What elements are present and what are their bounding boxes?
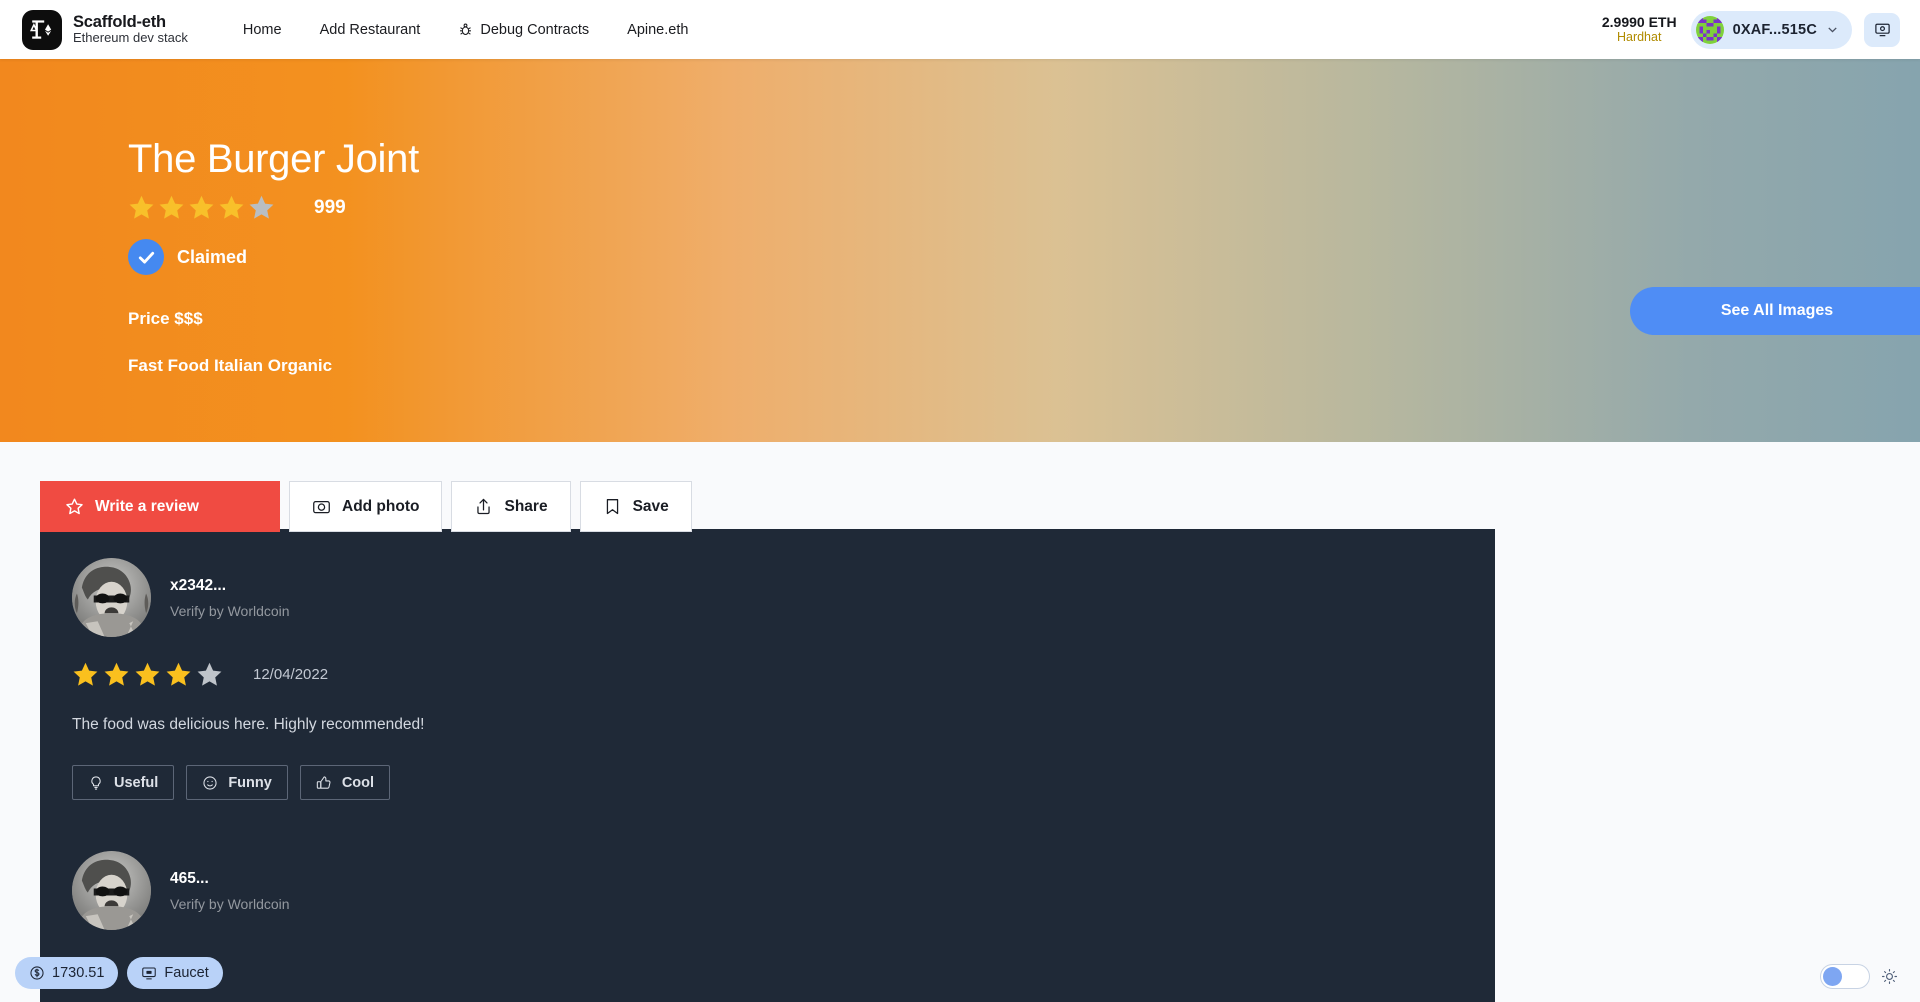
nav-item-add-restaurant[interactable]: Add Restaurant (301, 14, 440, 46)
faucet-pill[interactable]: Faucet (127, 957, 223, 989)
action-label: Save (632, 497, 669, 515)
faucet-label: Faucet (164, 965, 209, 981)
chevron-down-icon (1826, 23, 1839, 36)
review-text: The food was delicious here. Highly reco… (72, 716, 425, 733)
action-label: Write a review (95, 497, 199, 515)
star-rating (128, 194, 275, 221)
eth-price-label: 1730.51 (52, 965, 105, 981)
review-header: x2342... Verify by Worldcoin (72, 558, 1463, 637)
wallet-balance: 2.9990 ETH Hardhat (1602, 14, 1677, 45)
share-icon (474, 497, 493, 516)
thumbs-up-icon (316, 775, 332, 791)
restaurant-action-bar: Write a review Add photo Share Save (40, 481, 692, 532)
star-icon (128, 194, 155, 221)
review-header: 465... Verify by Worldcoin (72, 851, 1463, 930)
star-icon (158, 194, 185, 221)
star-icon (134, 661, 161, 688)
share-button[interactable]: Share (451, 481, 571, 532)
action-label: Share (504, 497, 548, 515)
theme-toggle[interactable] (1820, 964, 1870, 989)
review-username: 465... (170, 869, 209, 887)
nav-item-debug-contracts[interactable]: Debug Contracts (439, 14, 608, 46)
review-user-info: 465... Verify by Worldcoin (170, 870, 290, 912)
network-label: Hardhat (1616, 30, 1662, 45)
review-item: 465... Verify by Worldcoin (40, 800, 1495, 930)
star-icon (103, 661, 130, 688)
nav-item-label: Add Restaurant (319, 21, 421, 38)
dollar-circle-icon (29, 965, 45, 981)
review-item: x2342... Verify by Worldcoin 12/04/2022 … (40, 529, 1495, 800)
balance-amount: 2.9990 ETH (1601, 13, 1677, 30)
display-icon (1874, 21, 1891, 38)
claimed-status: Claimed (128, 239, 419, 275)
bug-icon (458, 22, 473, 37)
review-verify-label: Verify by Worldcoin (170, 602, 290, 619)
useful-button[interactable]: Useful (72, 765, 175, 800)
star-icon (72, 661, 99, 688)
review-username: x2342... (170, 576, 227, 594)
review-reactions: Useful Funny Cool (72, 765, 1463, 800)
camera-icon (312, 497, 331, 516)
star-icon (188, 194, 215, 221)
star-icon (218, 194, 245, 221)
star-icon (165, 661, 192, 688)
reaction-label: Useful (114, 774, 159, 791)
reaction-label: Cool (341, 774, 375, 791)
nav-item-label: Apine.eth (627, 21, 689, 38)
star-icon-empty (248, 194, 275, 221)
wallet-address-button[interactable]: 0XAF...515C (1690, 10, 1852, 49)
reviews-panel: x2342... Verify by Worldcoin 12/04/2022 … (40, 529, 1495, 1002)
wallet-address-label: 0XAF...515C (1732, 21, 1817, 38)
dev-tools-bar: 1730.51 Faucet (15, 957, 223, 989)
review-date: 12/04/2022 (253, 666, 329, 683)
brand-logo-group[interactable]: Scaffold-eth Ethereum dev stack (0, 9, 188, 50)
nav-item-apine-eth[interactable]: Apine.eth (608, 14, 707, 46)
main-nav: Home Add Restaurant Debug Contracts Apin… (224, 14, 708, 46)
bookmark-icon (603, 497, 622, 516)
reaction-label: Funny (228, 774, 272, 791)
action-label: Add photo (342, 497, 420, 515)
eth-price-pill[interactable]: 1730.51 (15, 957, 119, 989)
nav-item-label: Home (242, 21, 282, 38)
hero-content: The Burger Joint 999 Claimed Price $$$ F… (128, 137, 419, 376)
avatar (72, 558, 151, 637)
page-title: The Burger Joint (128, 137, 419, 181)
app-header: Scaffold-eth Ethereum dev stack Home Add… (0, 0, 1920, 59)
cool-button[interactable]: Cool (299, 765, 391, 800)
category-list: Fast Food Italian Organic (128, 356, 333, 375)
avatar (1695, 15, 1724, 44)
see-all-images-button[interactable]: See All Images (1630, 287, 1920, 335)
wallet-area: 2.9990 ETH Hardhat 0XAF...515C (1602, 10, 1920, 49)
add-photo-button[interactable]: Add photo (289, 481, 443, 532)
nav-item-home[interactable]: Home (224, 14, 301, 46)
check-badge-icon (128, 239, 164, 275)
restaurant-hero: The Burger Joint 999 Claimed Price $$$ F… (0, 59, 1920, 442)
nav-item-label: Debug Contracts (480, 21, 590, 38)
star-outline-icon (65, 497, 84, 516)
write-a-review-button[interactable]: Write a review (40, 481, 280, 532)
price-range: Price $$$ (128, 309, 203, 328)
review-user-info: x2342... Verify by Worldcoin (170, 577, 290, 619)
faucet-screen-icon (141, 965, 157, 981)
scaffold-eth-logo-icon (22, 9, 62, 50)
sun-icon[interactable] (1881, 968, 1898, 985)
funny-button[interactable]: Funny (186, 765, 288, 800)
star-rating (72, 661, 223, 688)
lightbulb-icon (88, 775, 104, 791)
brand-subtitle: Ethereum dev stack (73, 30, 188, 46)
smiley-icon (202, 775, 218, 791)
display-icon-button[interactable] (1864, 12, 1900, 47)
review-verify-label: Verify by Worldcoin (170, 895, 290, 912)
hero-rating: 999 (128, 194, 419, 221)
avatar (72, 851, 151, 930)
review-count: 999 (314, 196, 346, 218)
save-button[interactable]: Save (579, 481, 692, 532)
toggle-knob (1823, 967, 1842, 986)
star-icon-empty (196, 661, 223, 688)
review-rating: 12/04/2022 (72, 661, 1463, 688)
theme-switcher (1820, 964, 1898, 989)
brand-title: Scaffold-eth (73, 12, 166, 31)
claimed-label: Claimed (177, 246, 248, 267)
